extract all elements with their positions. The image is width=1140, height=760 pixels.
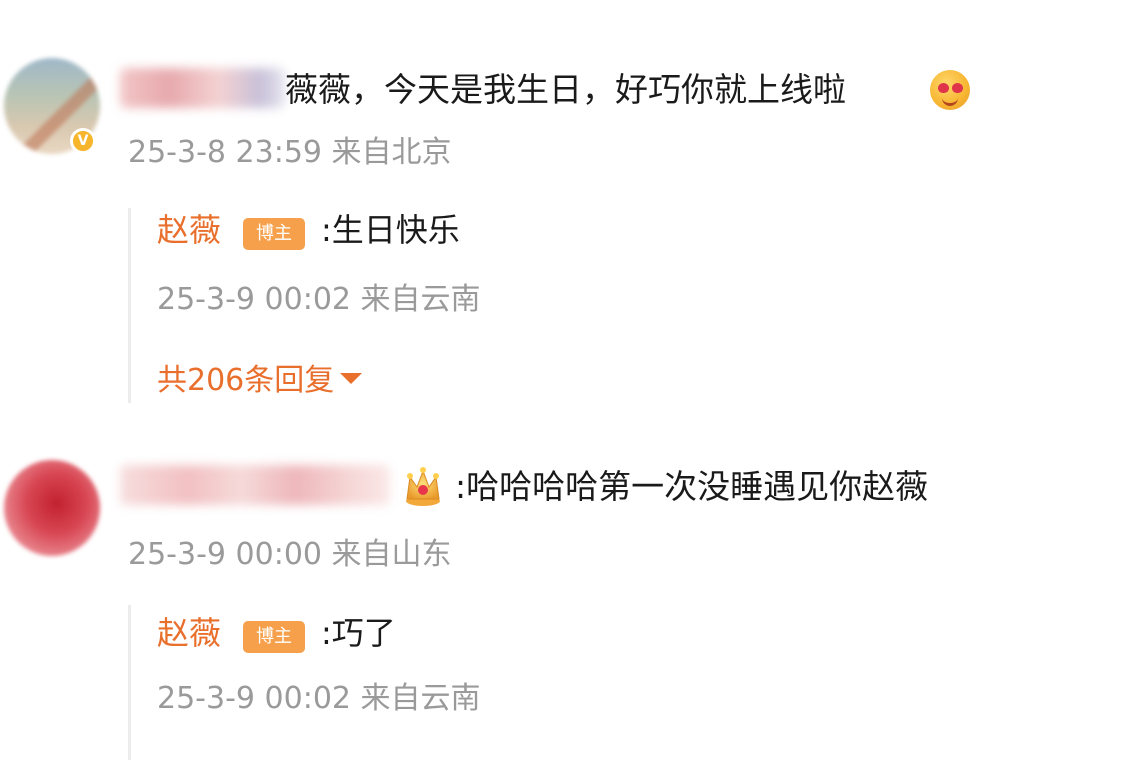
reply-item: 赵薇 博主 :生日快乐 25-3-9 00:02 来自云南 共206条回复	[128, 208, 1031, 403]
reply-meta: 25-3-9 00:02 来自云南	[157, 679, 481, 719]
author-tag-badge: 博主	[243, 218, 305, 250]
reply-author[interactable]: 赵薇	[157, 613, 221, 653]
avatar[interactable]	[4, 460, 100, 556]
reply-text: :生日快乐	[321, 211, 460, 249]
author-tag-badge: 博主	[243, 621, 305, 653]
reply-item: 赵薇 博主 :巧了 25-3-9 00:02 来自云南	[128, 605, 1031, 760]
comment-time: 25-3-9 00:00	[128, 537, 322, 572]
comment-meta: 25-3-9 00:00 来自山东	[128, 535, 452, 575]
reply-author[interactable]: 赵薇	[157, 210, 221, 250]
more-replies-button[interactable]: 共206条回复	[157, 361, 363, 401]
reply-time: 25-3-9 00:02	[157, 282, 351, 317]
more-replies-label: 共206条回复	[157, 363, 335, 398]
reply-meta: 25-3-9 00:02 来自云南	[157, 280, 481, 320]
caret-down-icon	[340, 373, 363, 384]
reply-text: :巧了	[321, 614, 396, 652]
comment-meta: 25-3-8 23:59 来自北京	[128, 133, 452, 173]
verified-badge-icon: V	[70, 128, 96, 154]
reply-location: 来自云南	[360, 282, 481, 317]
comment-text: 薇薇，今天是我生日，好巧你就上线啦	[285, 70, 846, 109]
comment-item: V 薇薇，今天是我生日，好巧你就上线啦 25-3-8 23:59 来自北京 赵薇…	[0, 0, 1140, 420]
comment-text: :哈哈哈哈第一次没睡遇见你赵薇	[455, 467, 929, 506]
comment-thread: V 薇薇，今天是我生日，好巧你就上线啦 25-3-8 23:59 来自北京 赵薇…	[0, 0, 1140, 760]
blurred-username[interactable]	[120, 465, 390, 505]
reply-location: 来自云南	[360, 681, 481, 716]
comment-location: 来自北京	[331, 135, 452, 170]
reply-time: 25-3-9 00:02	[157, 681, 351, 716]
comment-time: 25-3-8 23:59	[128, 135, 322, 170]
heart-eyes-emoji-icon	[930, 70, 970, 110]
blurred-username[interactable]	[120, 68, 285, 108]
crown-icon	[406, 467, 440, 506]
comment-location: 来自山东	[331, 537, 452, 572]
